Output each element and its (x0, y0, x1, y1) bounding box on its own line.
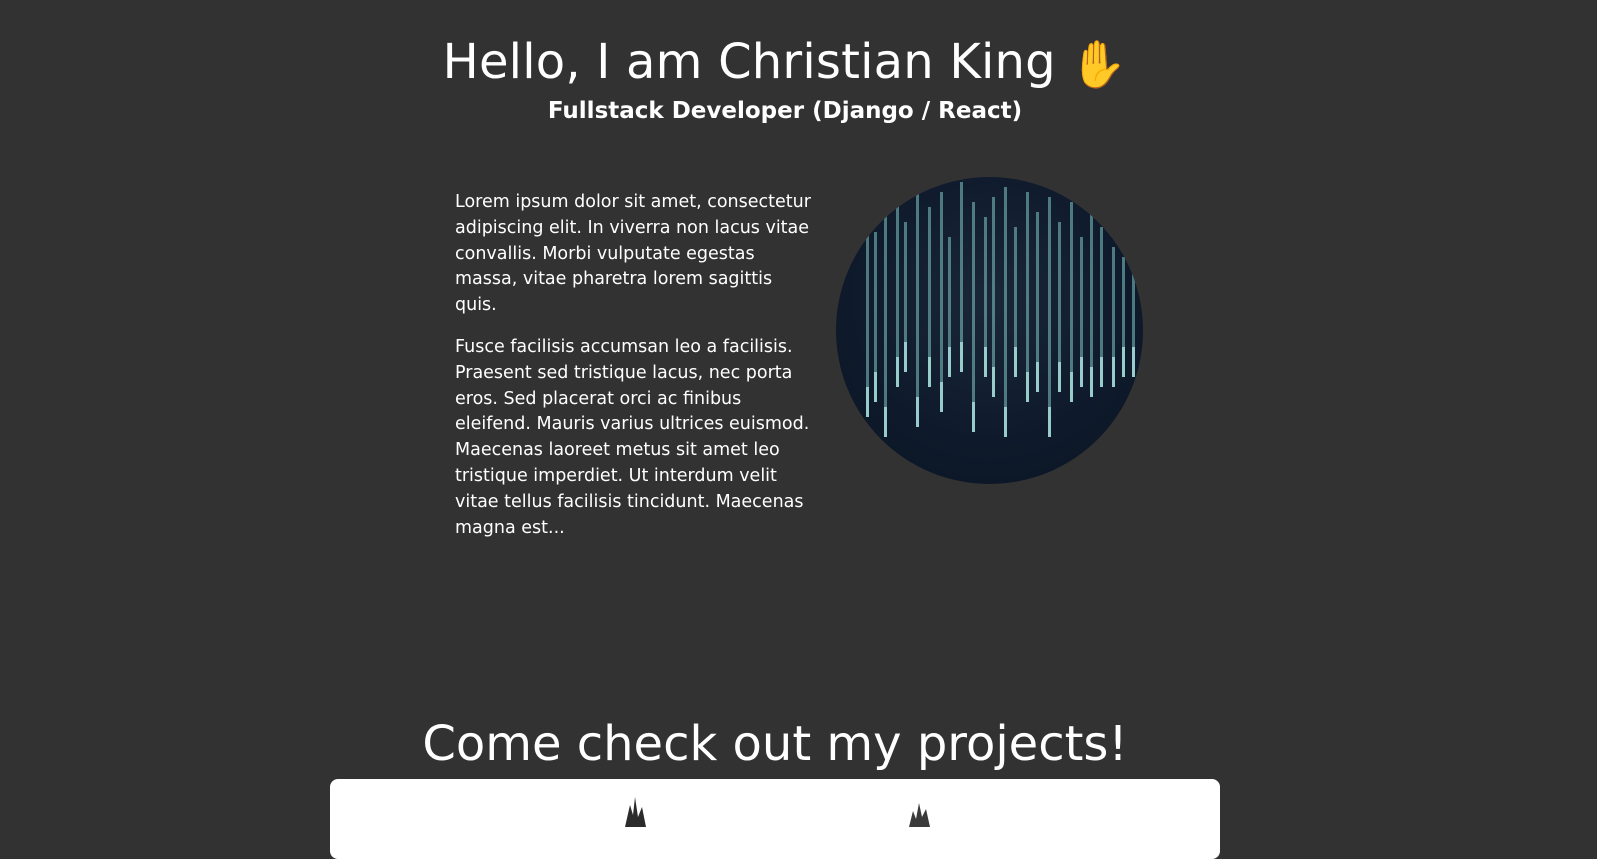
hero-title-text: Hello, I am Christian King (442, 34, 1056, 90)
about-paragraph-2: Fusce facilisis accumsan leo a facilisis… (455, 336, 810, 538)
about-section: Lorem ipsum dolor sit amet, consectetur … (455, 190, 815, 557)
about-paragraph-1: Lorem ipsum dolor sit amet, consectetur … (455, 192, 811, 316)
raised-hand-icon: ✋ (1069, 37, 1128, 91)
project-card[interactable] (330, 779, 1220, 859)
project-thumbnail-image (909, 803, 930, 827)
matrix-rain-image (866, 182, 1135, 437)
hero-subtitle: Fullstack Developer (Django / React) (547, 98, 1023, 124)
profile-avatar (836, 177, 1143, 484)
projects-heading: Come check out my projects! (422, 716, 1128, 772)
project-thumbnail-image (625, 797, 646, 827)
hero-title: Hello, I am Christian King ✋ (0, 30, 1570, 96)
